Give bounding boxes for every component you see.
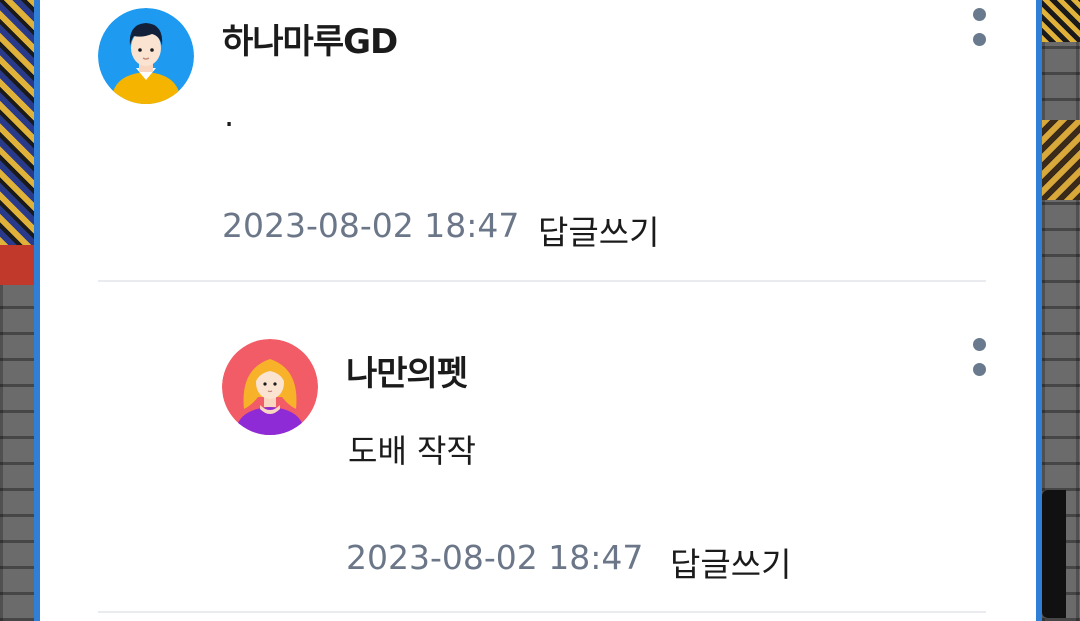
reply-divider: [98, 611, 986, 613]
comment-text: .: [224, 96, 235, 134]
reply-date: 2023-08-02 18:47: [346, 538, 644, 577]
female-avatar-icon[interactable]: [222, 339, 318, 435]
more-vertical-icon[interactable]: [969, 336, 989, 384]
game-background-left: [0, 0, 36, 621]
reply-button[interactable]: 답글쓰기: [538, 206, 659, 254]
reply-text: 도배 작작: [348, 432, 476, 470]
more-vertical-icon[interactable]: [969, 6, 989, 54]
comment-divider: [98, 280, 986, 282]
reply-button[interactable]: 답글쓰기: [670, 538, 791, 586]
comment-author[interactable]: 하나마루GD: [222, 14, 398, 63]
comment-panel: 하나마루GD . 2023-08-02 18:47 답글쓰기 나만의펫 도배 작…: [34, 0, 1042, 621]
game-background-right: [1042, 0, 1080, 621]
reply-author[interactable]: 나만의펫: [346, 346, 468, 395]
male-avatar-icon[interactable]: [98, 8, 194, 104]
comment-date: 2023-08-02 18:47: [222, 206, 520, 245]
